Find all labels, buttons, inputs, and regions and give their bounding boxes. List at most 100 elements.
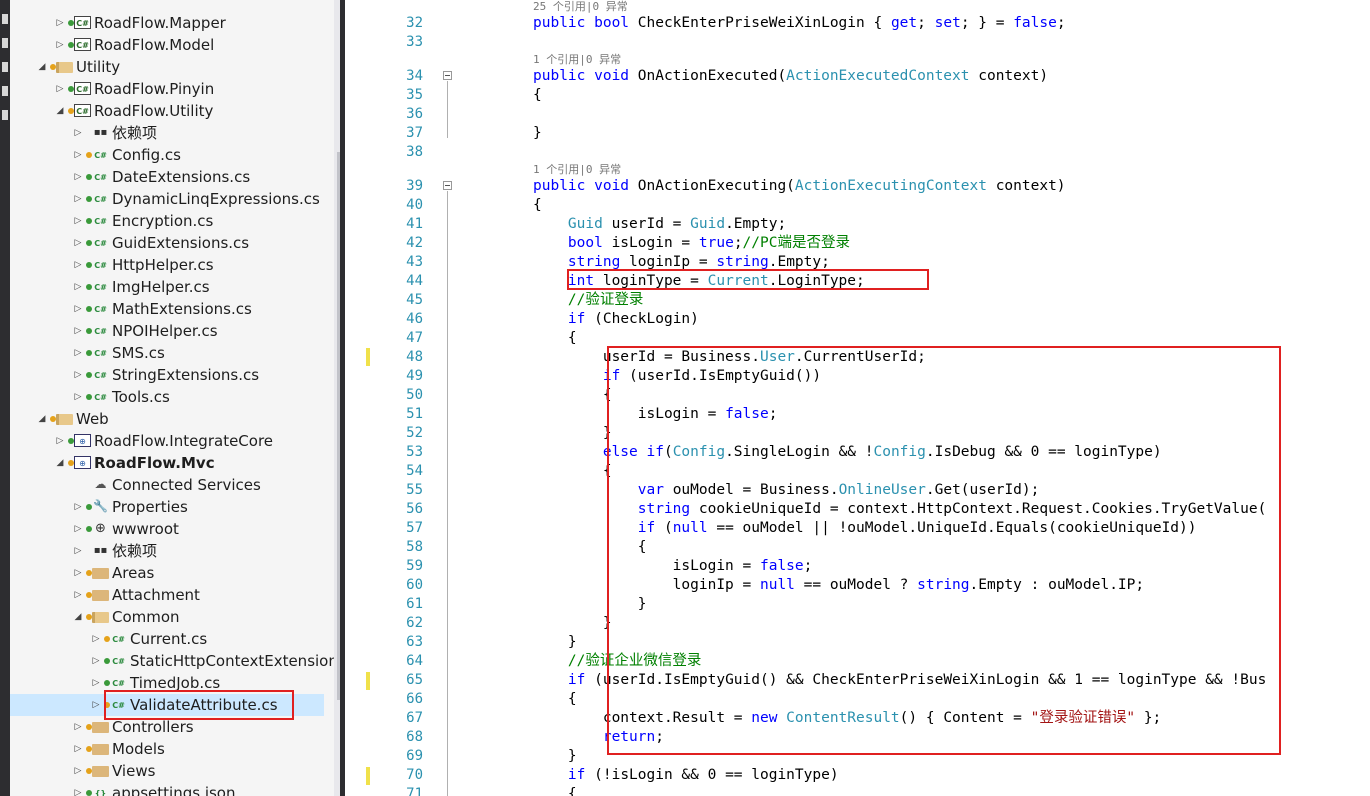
strip-tab-mark[interactable] [2,38,8,48]
code-line[interactable]: { [533,86,542,105]
strip-tab-mark[interactable] [2,14,8,24]
tree-item[interactable]: ▷ C# Config.cs [10,144,324,166]
code-line[interactable]: //验证登录 [533,291,643,310]
tree-item[interactable]: ▷ {} appsettings.json [10,782,324,796]
code-line[interactable]: } [533,747,577,766]
tree-item[interactable]: ▷ C# NPOIHelper.cs [10,320,324,342]
collapsed-arrow-icon[interactable]: ▷ [72,232,84,254]
code-line[interactable]: public bool CheckEnterPriseWeiXinLogin {… [533,14,1066,33]
tree-item[interactable]: ▷ C# RoadFlow.Mapper [10,12,324,34]
collapsed-arrow-icon[interactable]: ▷ [72,782,84,796]
collapsed-arrow-icon[interactable]: ▷ [72,716,84,738]
collapsed-arrow-icon[interactable]: ▷ [90,628,102,650]
collapsed-arrow-icon[interactable]: ▷ [72,276,84,298]
code-line[interactable]: } [533,124,542,143]
tree-item[interactable]: ◢ ⊕ RoadFlow.Mvc [10,452,324,474]
collapsed-arrow-icon[interactable]: ▷ [72,364,84,386]
collapsed-arrow-icon[interactable]: ▷ [72,166,84,188]
tree-item[interactable]: ◢ Web [10,408,324,430]
tree-item[interactable]: ▷ C# StaticHttpContextExtension [10,650,338,672]
tree-item[interactable]: ▷ ▪▪ 依赖项 [10,540,324,562]
tree-item[interactable]: ▷ ▪▪ 依赖项 [10,122,324,144]
code-line[interactable]: { [533,329,577,348]
collapsed-arrow-icon[interactable]: ▷ [72,210,84,232]
tree-item[interactable]: ▷ Models [10,738,324,760]
code-lens[interactable]: 1 个引用|0 异常 [533,163,621,177]
code-line[interactable]: { [533,462,612,481]
fold-toggle[interactable] [443,71,452,80]
tree-item[interactable]: ▷ C# GuidExtensions.cs [10,232,324,254]
expanded-arrow-icon[interactable]: ◢ [54,100,66,122]
tree-item[interactable]: ▷ Attachment [10,584,324,606]
collapsed-arrow-icon[interactable]: ▷ [72,562,84,584]
tree-item[interactable]: ▷ C# Current.cs [10,628,324,650]
tree-item[interactable]: ▷ C# StringExtensions.cs [10,364,324,386]
collapsed-arrow-icon[interactable]: ▷ [72,320,84,342]
collapsed-arrow-icon[interactable]: ▷ [90,672,102,694]
collapsed-arrow-icon[interactable]: ▷ [72,760,84,782]
tree-item[interactable]: ▷ C# SMS.cs [10,342,324,364]
tree-item[interactable]: ▷ C# MathExtensions.cs [10,298,324,320]
code-line[interactable]: bool isLogin = true;//PC端是否登录 [533,234,850,253]
collapsed-arrow-icon[interactable]: ▷ [72,188,84,210]
tree-item[interactable]: ▷ C# RoadFlow.Pinyin [10,78,324,100]
code-line[interactable]: } [533,633,577,652]
expanded-arrow-icon[interactable]: ◢ [36,56,48,78]
tree-item[interactable]: ◢ C# RoadFlow.Utility [10,100,324,122]
tree-item[interactable]: ▷ 🔧 Properties [10,496,324,518]
collapsed-arrow-icon[interactable]: ▷ [72,496,84,518]
tree-item[interactable]: ▷ Views [10,760,324,782]
tree-item[interactable]: ▷ C# HttpHelper.cs [10,254,324,276]
tree-item[interactable]: ▷ C# Encryption.cs [10,210,324,232]
collapsed-arrow-icon[interactable]: ▷ [72,540,84,562]
expanded-arrow-icon[interactable]: ◢ [36,408,48,430]
code-line[interactable]: { [533,785,577,796]
code-line[interactable]: Guid userId = Guid.Empty; [533,215,786,234]
code-line[interactable]: { [533,196,542,215]
expanded-arrow-icon[interactable]: ◢ [72,606,84,628]
code-line[interactable]: if (CheckLogin) [533,310,699,329]
tree-item[interactable]: ▷ C# RoadFlow.Model [10,34,324,56]
expanded-arrow-icon[interactable]: ◢ [54,452,66,474]
tree-item[interactable]: ▷ Controllers [10,716,324,738]
collapsed-arrow-icon[interactable]: ▷ [72,584,84,606]
code-line[interactable]: if (!isLogin && 0 == loginType) [533,766,839,785]
code-line[interactable]: } [533,424,612,443]
collapsed-arrow-icon[interactable]: ▷ [72,386,84,408]
collapsed-arrow-icon[interactable]: ▷ [72,254,84,276]
collapsed-arrow-icon[interactable]: ▷ [90,694,102,716]
tree-item[interactable]: ▷ C# DateExtensions.cs [10,166,324,188]
strip-tab-mark[interactable] [2,110,8,120]
collapsed-arrow-icon[interactable]: ▷ [90,650,102,672]
tree-item[interactable]: ◢ Utility [10,56,324,78]
collapsed-arrow-icon[interactable]: ▷ [54,34,66,56]
fold-toggle[interactable] [443,181,452,190]
strip-tab-mark[interactable] [2,86,8,96]
collapsed-arrow-icon[interactable]: ▷ [72,518,84,540]
tree-item[interactable]: ☁ Connected Services [10,474,324,496]
collapsed-arrow-icon[interactable]: ▷ [72,342,84,364]
tree-item[interactable]: ▷ Areas [10,562,324,584]
strip-tab-mark[interactable] [2,62,8,72]
tree-item[interactable]: ▷ C# Tools.cs [10,386,324,408]
tree-item[interactable]: ◢ Common [10,606,324,628]
code-editor[interactable]: 25 个引用|0 异常 1 个引用|0 异常 1 个引用|0 异常 32 publ… [345,0,1370,796]
code-line[interactable]: } [533,614,612,633]
tree-item[interactable]: ▷ ⊕ wwwroot [10,518,324,540]
collapsed-arrow-icon[interactable]: ▷ [72,122,84,144]
collapsed-arrow-icon[interactable]: ▷ [54,78,66,100]
code-lens[interactable]: 25 个引用|0 异常 [533,0,628,14]
tree-item[interactable]: ▷ C# ImgHelper.cs [10,276,324,298]
code-line[interactable]: public void OnActionExecuting(ActionExec… [533,177,1066,196]
collapsed-arrow-icon[interactable]: ▷ [72,298,84,320]
tree-item[interactable]: ▷ C# DynamicLinqExpressions.cs [10,188,324,210]
collapsed-arrow-icon[interactable]: ▷ [54,430,66,452]
tree-item[interactable]: ▷ ⊕ RoadFlow.IntegrateCore [10,430,324,452]
code-line[interactable]: public void OnActionExecuted(ActionExecu… [533,67,1048,86]
code-line[interactable]: { [533,386,612,405]
code-lens[interactable]: 1 个引用|0 异常 [533,53,621,67]
collapsed-arrow-icon[interactable]: ▷ [54,12,66,34]
collapsed-arrow-icon[interactable]: ▷ [72,738,84,760]
collapsed-arrow-icon[interactable]: ▷ [72,144,84,166]
code-line[interactable]: { [533,690,577,709]
